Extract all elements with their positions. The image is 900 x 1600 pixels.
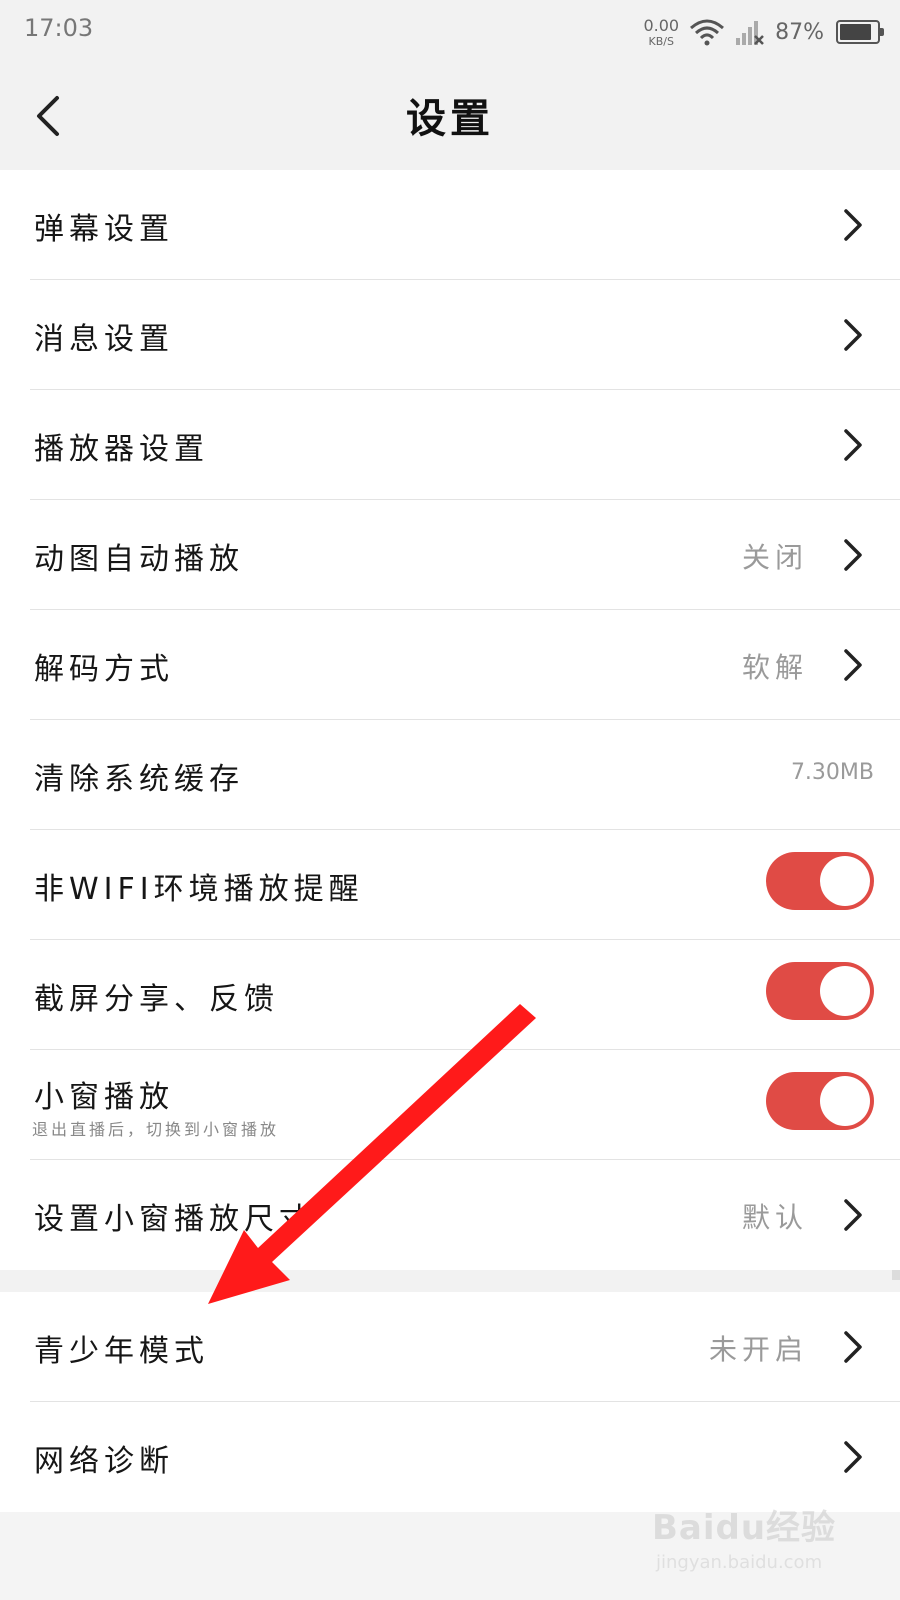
screenshot-share-toggle[interactable] [766, 962, 874, 1020]
status-icons: 0.00 KB/S 87% [643, 10, 884, 54]
row-label: 青少年模式 [34, 1334, 209, 1369]
battery-icon [836, 20, 884, 44]
app-header: 设置 [0, 62, 900, 170]
row-teen-mode[interactable]: 青少年模式 未开启 [0, 1292, 900, 1402]
row-label: 截屏分享、反馈 [34, 982, 279, 1017]
status-bar: 17:03 0.00 KB/S 87% [0, 0, 900, 62]
toggle-knob [820, 966, 870, 1016]
row-decode-mode[interactable]: 解码方式 软解 [0, 610, 900, 720]
non-wifi-toggle[interactable] [766, 852, 874, 910]
watermark-url: jingyan.baidu.com [656, 1552, 823, 1573]
row-danmu-settings[interactable]: 弹幕设置 [0, 170, 900, 280]
row-label: 网络诊断 [34, 1444, 174, 1479]
row-mini-window: 小窗播放 退出直播后，切换到小窗播放 [0, 1050, 900, 1160]
chevron-right-icon [844, 539, 862, 571]
battery-level-fill [840, 24, 871, 40]
row-screenshot-share: 截屏分享、反馈 [0, 940, 900, 1050]
row-clear-cache[interactable]: 清除系统缓存 7.30MB [0, 720, 900, 830]
row-network-diagnosis[interactable]: 网络诊断 [0, 1402, 900, 1512]
row-label: 消息设置 [34, 322, 174, 357]
signal-off-icon [736, 21, 764, 45]
wifi-icon [690, 19, 725, 46]
row-non-wifi-reminder: 非WIFI环境播放提醒 [0, 830, 900, 940]
watermark-brand: Baidu经验 [652, 1508, 837, 1548]
chevron-right-icon [844, 319, 862, 351]
row-message-settings[interactable]: 消息设置 [0, 280, 900, 390]
row-value: 未开启 [708, 1333, 808, 1366]
status-time: 17:03 [24, 14, 94, 42]
row-label: 小窗播放 [34, 1080, 174, 1115]
row-label: 弹幕设置 [34, 212, 174, 247]
row-label: 播放器设置 [34, 432, 209, 467]
network-speed-unit: KB/S [648, 34, 674, 48]
row-value: 软解 [741, 651, 808, 684]
chevron-right-icon [844, 209, 862, 241]
row-label: 设置小窗播放尺寸 [34, 1202, 314, 1237]
row-label: 动图自动播放 [34, 542, 244, 577]
page-title: 设置 [406, 96, 494, 142]
row-player-settings[interactable]: 播放器设置 [0, 390, 900, 500]
settings-group-secondary: 青少年模式 未开启 网络诊断 [0, 1292, 900, 1512]
chevron-right-icon [844, 1441, 862, 1473]
chevron-right-icon [844, 649, 862, 681]
settings-group-main: 弹幕设置 消息设置 播放器设置 动图自动播放 关闭 解码方式 软解 清除系统缓存… [0, 170, 900, 1270]
toggle-knob [820, 1076, 870, 1126]
row-mini-window-size[interactable]: 设置小窗播放尺寸 默认 [0, 1160, 900, 1270]
chevron-right-icon [844, 1331, 862, 1363]
row-gif-autoplay[interactable]: 动图自动播放 关闭 [0, 500, 900, 610]
row-label: 清除系统缓存 [34, 762, 244, 797]
row-value: 默认 [741, 1201, 808, 1234]
cache-size: 7.30MB [790, 760, 874, 785]
baidu-jingyan-watermark: Baidu经验 jingyan.baidu.com [652, 1500, 852, 1590]
chevron-right-icon [844, 429, 862, 461]
row-sublabel: 退出直播后，切换到小窗播放 [32, 1120, 280, 1139]
battery-percent: 87% [775, 19, 824, 45]
network-speed: 0.00 KB/S [643, 15, 680, 48]
toggle-knob [820, 856, 870, 906]
chevron-right-icon [844, 1199, 862, 1231]
mini-window-toggle[interactable] [766, 1072, 874, 1130]
row-label: 解码方式 [34, 652, 174, 687]
row-label: 非WIFI环境播放提醒 [34, 872, 364, 907]
network-speed-value: 0.00 [643, 15, 680, 35]
row-value: 关闭 [741, 541, 808, 574]
